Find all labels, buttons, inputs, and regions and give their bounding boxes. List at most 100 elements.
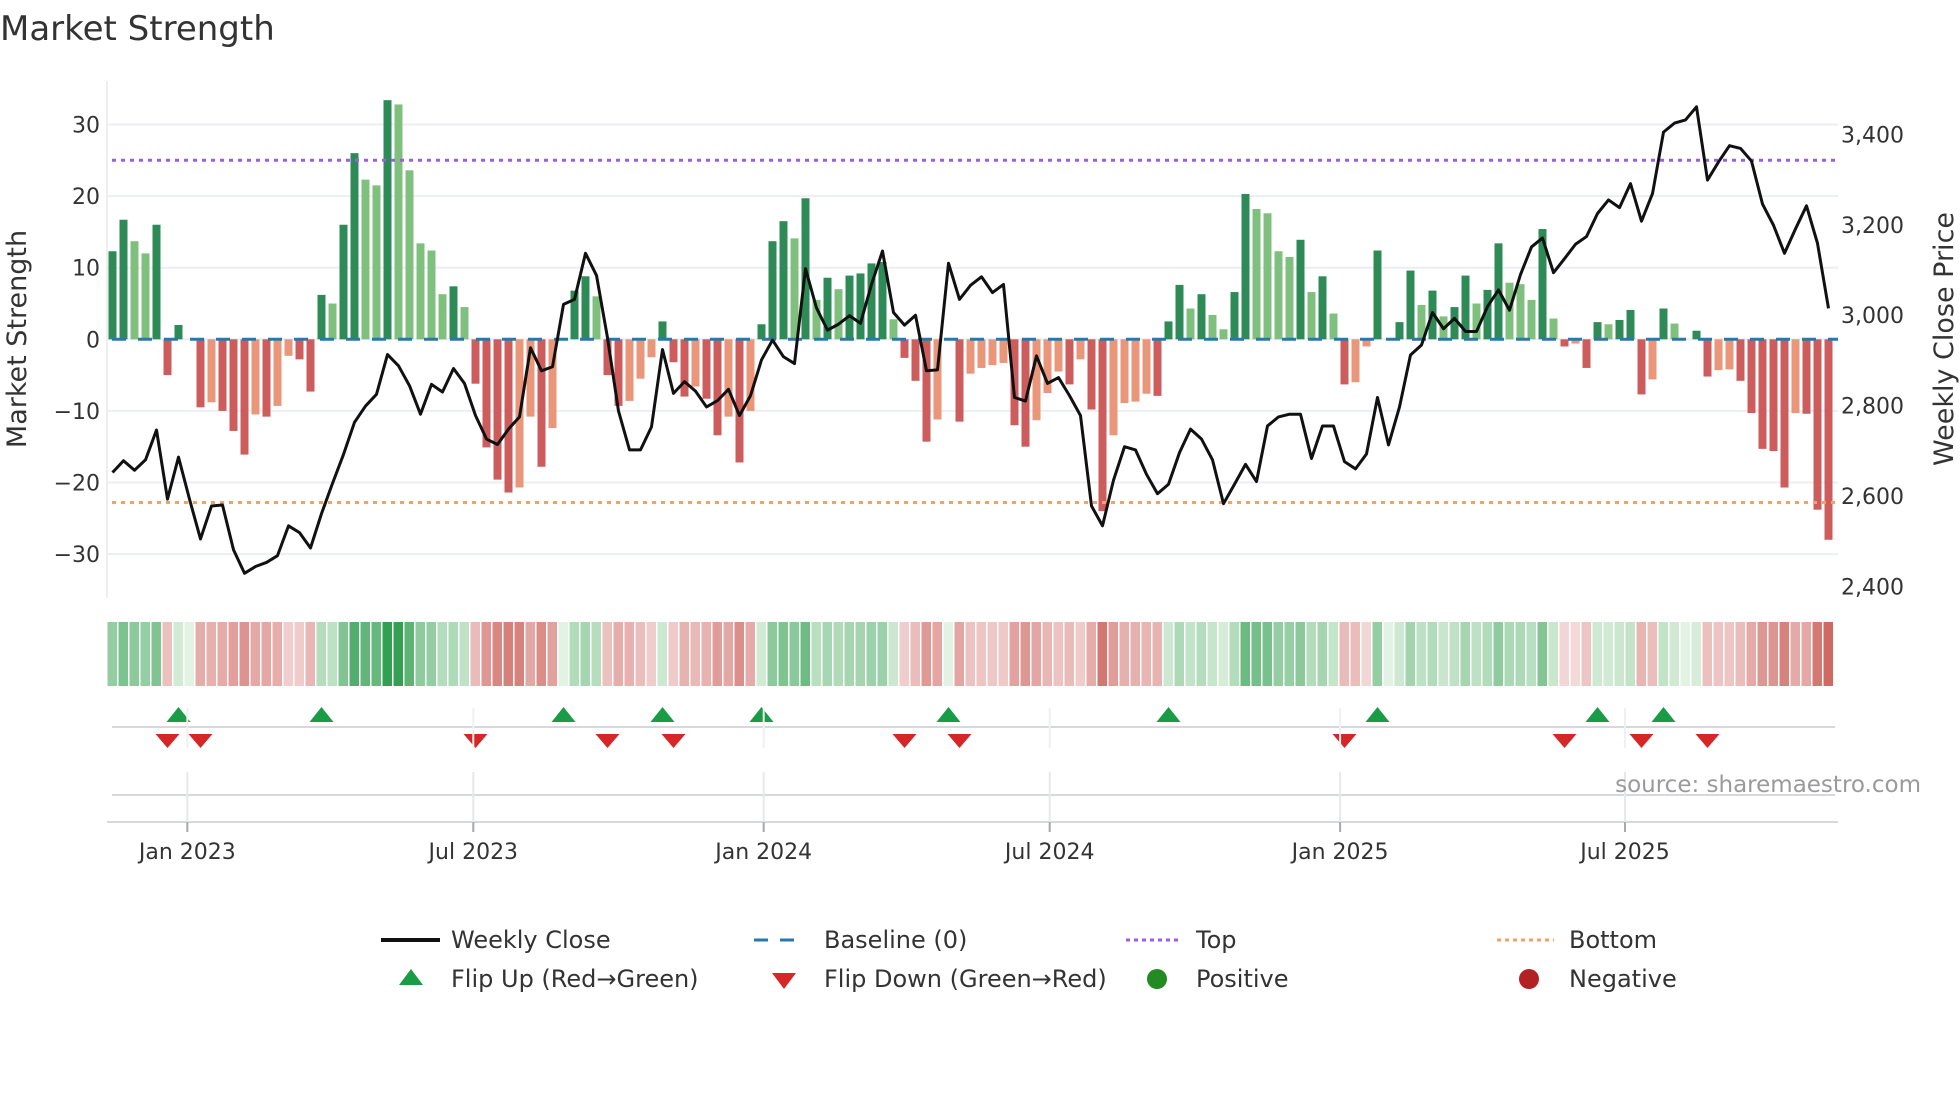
- negative-dot-icon: [1519, 969, 1539, 989]
- strength-bar: [1032, 339, 1041, 421]
- heatmap-cell: [1031, 622, 1041, 686]
- heatmap-cell: [723, 622, 733, 686]
- strength-bar: [1230, 292, 1239, 340]
- heatmap-cell: [1548, 622, 1558, 686]
- heatmap-cell: [1559, 622, 1569, 686]
- heatmap-cell: [547, 622, 557, 686]
- heatmap-cell: [1229, 622, 1239, 686]
- heatmap-cell: [580, 622, 590, 686]
- strength-bar: [1263, 213, 1272, 340]
- heatmap-cell: [1251, 622, 1261, 686]
- heatmap-cell: [107, 622, 117, 686]
- strength-bar: [713, 339, 722, 436]
- flip-down-marker: [892, 734, 917, 748]
- heatmap-cell: [1460, 622, 1470, 686]
- heatmap-cell: [1526, 622, 1536, 686]
- flip-up-marker: [650, 707, 675, 722]
- strength-bar: [691, 339, 700, 387]
- heatmap-cell: [1427, 622, 1437, 686]
- strength-bar: [845, 275, 854, 340]
- heatmap-cell: [822, 622, 832, 686]
- heatmap-cell: [932, 622, 942, 686]
- flip-up-marker: [749, 707, 774, 722]
- strength-bar: [966, 339, 975, 374]
- strength-bar: [119, 219, 128, 340]
- heatmap-cell: [1163, 622, 1173, 686]
- heatmap-cell: [1020, 622, 1030, 686]
- heatmap-cell: [1592, 622, 1602, 686]
- heatmap-cell: [767, 622, 777, 686]
- heatmap-cell: [151, 622, 161, 686]
- strength-bar: [1615, 319, 1624, 340]
- strength-bar: [636, 339, 645, 379]
- heatmap-cell: [448, 622, 458, 686]
- strength-bar: [504, 339, 513, 493]
- strength-bar: [471, 339, 480, 384]
- right-tick-label: 2,600: [1841, 485, 1904, 510]
- strength-bar: [625, 339, 634, 401]
- heatmap-cell: [1405, 622, 1415, 686]
- heatmap-cell: [1658, 622, 1668, 686]
- heatmap-cell: [1053, 622, 1063, 686]
- strength-bar: [1307, 292, 1316, 340]
- heatmap-cell: [1130, 622, 1140, 686]
- heatmap-cell: [1691, 622, 1701, 686]
- heatmap-cell: [393, 622, 403, 686]
- strength-bar: [834, 289, 843, 340]
- strength-bar: [196, 339, 205, 408]
- heatmap-cell: [1493, 622, 1503, 686]
- strength-bar: [262, 339, 271, 417]
- heatmap-cell: [162, 622, 172, 686]
- heatmap-cell: [1042, 622, 1052, 686]
- chart-title: Market Strength: [0, 9, 275, 49]
- heatmap-cell: [778, 622, 788, 686]
- strength-bar: [207, 339, 216, 403]
- heatmap-cell: [1647, 622, 1657, 686]
- strength-bar: [1802, 339, 1811, 414]
- heatmap-cell: [525, 622, 535, 686]
- heatmap-cell: [910, 622, 920, 686]
- heatmap-cell: [437, 622, 447, 686]
- strength-bar: [1219, 329, 1228, 340]
- heatmap-cell: [536, 622, 546, 686]
- legend-close-label: Weekly Close: [451, 926, 611, 954]
- strength-bar: [240, 339, 249, 455]
- strength-bar: [416, 243, 425, 340]
- strength-bar: [702, 339, 711, 399]
- strength-bar: [1637, 339, 1646, 395]
- legend-flip-down-label: Flip Down (Green→Red): [824, 965, 1107, 993]
- strength-bar: [1472, 303, 1481, 340]
- strength-bar: [306, 339, 315, 392]
- heatmap-cell: [1185, 622, 1195, 686]
- heatmap-cell: [1636, 622, 1646, 686]
- strength-bar: [1197, 294, 1206, 340]
- heatmap-cell: [1801, 622, 1811, 686]
- strength-bar: [1351, 339, 1360, 383]
- heatmap-cell: [1009, 622, 1019, 686]
- flip-up-marker: [1156, 707, 1181, 722]
- heatmap-cell: [1339, 622, 1349, 686]
- market-strength-chart: Market Strength −30−20−100102030 2,4002,…: [0, 9, 1960, 993]
- heatmap-cell: [1207, 622, 1217, 686]
- strength-bar: [1395, 322, 1404, 340]
- heatmap-cell: [481, 622, 491, 686]
- strength-bar: [1758, 339, 1767, 449]
- strength-bar: [1703, 339, 1712, 377]
- flip-down-marker: [1332, 734, 1357, 748]
- strength-bar: [911, 339, 920, 381]
- strength-bar: [1098, 339, 1107, 512]
- heatmap-cell: [195, 622, 205, 686]
- strength-bar: [680, 339, 689, 397]
- strength-bar: [779, 221, 788, 340]
- strength-bar: [1340, 339, 1349, 385]
- heatmap-cell: [569, 622, 579, 686]
- heatmap-cell: [305, 622, 315, 686]
- heatmap-cell: [1075, 622, 1085, 686]
- strength-bar: [1714, 339, 1723, 371]
- strength-bar: [1527, 299, 1536, 340]
- heatmap-cell: [1262, 622, 1272, 686]
- strength-bar: [999, 339, 1008, 363]
- heatmap-cell: [1372, 622, 1382, 686]
- heatmap-cell: [470, 622, 480, 686]
- flip-down-marker: [661, 734, 686, 748]
